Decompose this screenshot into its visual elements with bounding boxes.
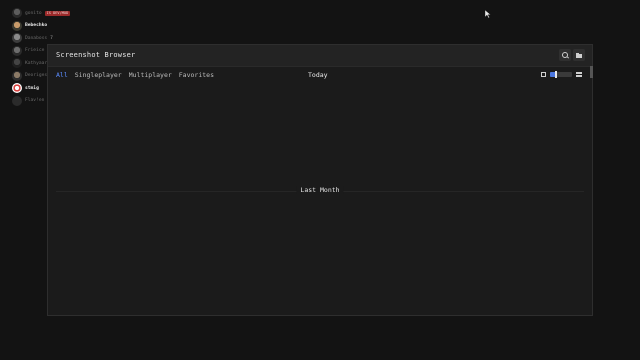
tab-multiplayer[interactable]: Multiplayer [129,71,172,79]
section-divider: Last Month [56,186,584,196]
search-button[interactable] [559,49,571,61]
friend-name: Bebechko [25,23,48,29]
avatar [12,58,22,69]
avatar [12,83,22,94]
tab-favorites[interactable]: Favorites [179,71,214,79]
friend-item[interactable]: Danaboss 7 [12,32,92,45]
open-folder-button[interactable] [573,49,585,61]
friend-name: gonito [25,10,42,16]
thumbnail-size-slider[interactable] [550,71,572,78]
grid-view-icon[interactable] [576,72,582,77]
section-header-today: Today [308,71,328,79]
section-header-last-month: Last Month [296,186,344,194]
friend-name: Deoriges [25,73,48,79]
friend-item[interactable]: Bebechko [12,20,92,33]
search-icon [562,52,568,58]
unread-count: 7 [50,35,53,41]
friend-item[interactable]: gonito IS DEV/MOD [12,7,92,20]
friend-name: Flav!en [25,98,45,104]
avatar [12,33,22,44]
avatar [12,70,22,81]
status-badge: IS DEV/MOD [44,10,71,16]
screen: gonito IS DEV/MOD Bebechko Danaboss 7 Fr… [0,0,640,360]
avatar [12,45,22,56]
screenshot-browser-window: Screenshot Browser All Singleplayer Mult… [47,44,593,316]
tab-singleplayer[interactable]: Singleplayer [75,71,122,79]
view-controls [541,71,582,78]
filter-tabs: All Singleplayer Multiplayer Favorites [56,71,214,79]
avatar [12,95,22,106]
avatar [12,8,22,19]
tab-all[interactable]: All [56,71,68,79]
window-title: Screenshot Browser [56,51,136,59]
friend-name: stmig [25,85,39,91]
friend-name: Danaboss [25,35,48,41]
mouse-cursor-icon [485,10,491,18]
folder-icon [576,52,582,58]
small-thumbnail-icon[interactable] [541,72,546,77]
slider-thumb[interactable] [554,71,557,78]
scrollbar[interactable] [590,66,593,78]
friend-name: Frieice [25,48,45,54]
avatar [12,20,22,31]
title-bar: Screenshot Browser [48,45,592,67]
